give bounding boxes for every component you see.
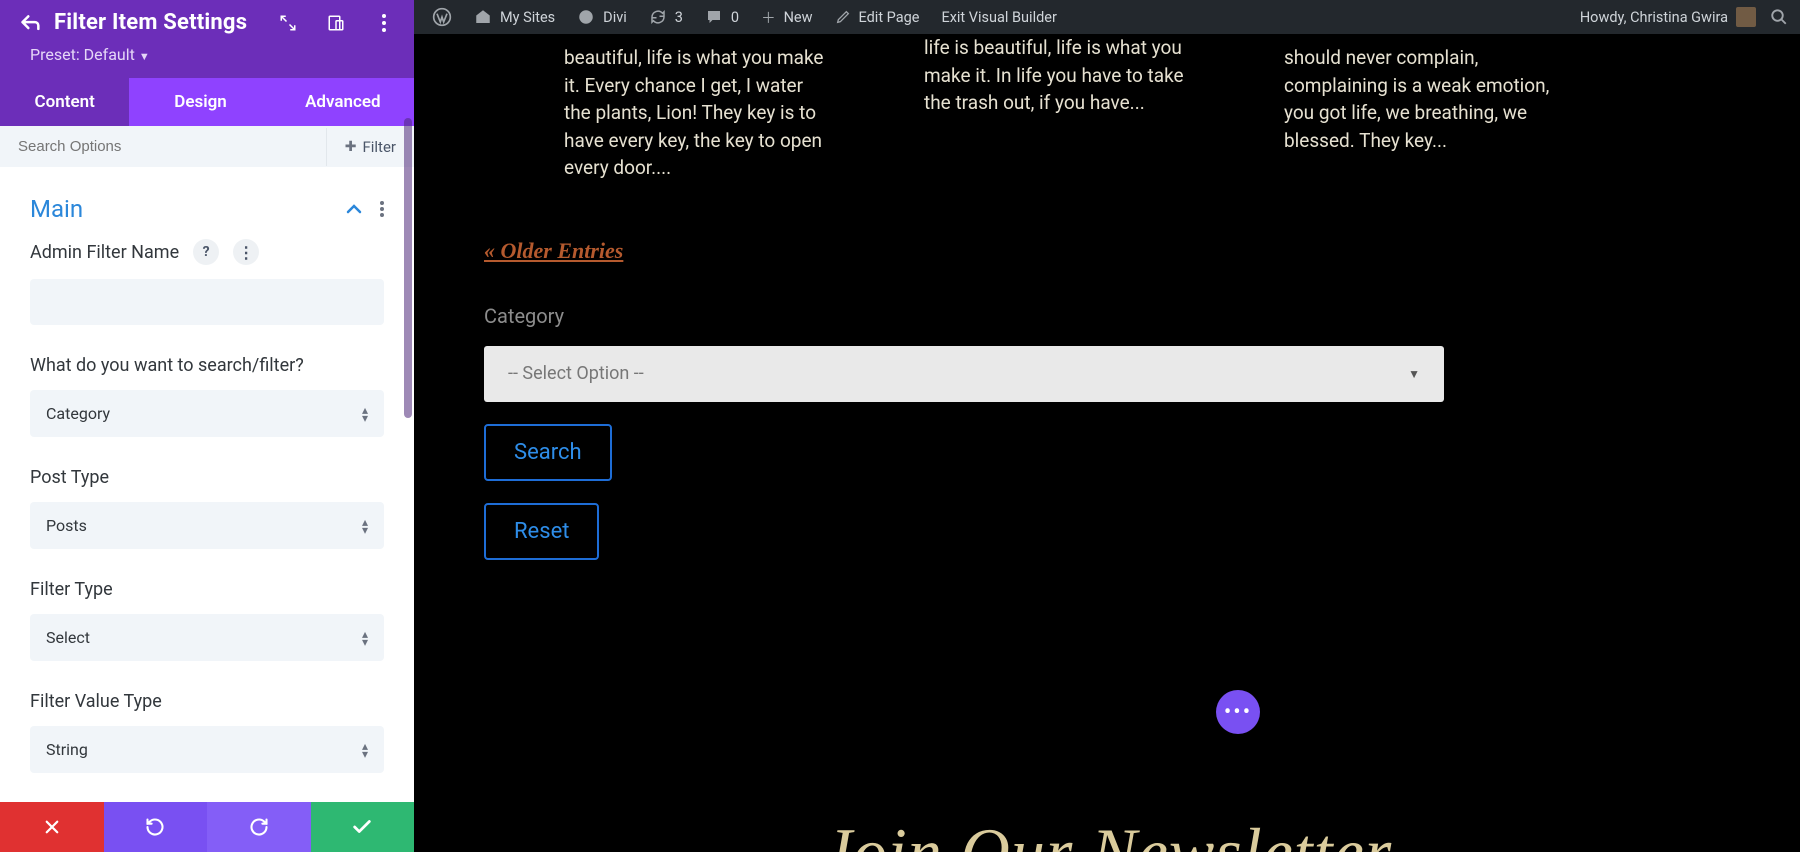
new-link[interactable]: ＋ New xyxy=(761,7,812,28)
options-search-row: ✚ Filter xyxy=(0,126,414,167)
chevron-sort-icon: ▴▾ xyxy=(362,742,368,758)
field-admin-filter-name: Admin Filter Name ? ⋮ xyxy=(30,239,384,325)
panel-scrollbar[interactable] xyxy=(404,118,412,800)
settings-panel: Filter Item Settings Preset: Default▼ Co… xyxy=(0,0,414,852)
help-icon[interactable]: ? xyxy=(193,239,219,265)
tab-content[interactable]: Content xyxy=(0,78,129,126)
redo-button[interactable] xyxy=(207,802,311,852)
search-target-select[interactable]: Category ▴▾ xyxy=(30,390,384,437)
admin-filter-name-label: Admin Filter Name xyxy=(30,242,179,263)
category-dropdown[interactable]: -- Select Option -- ▼ xyxy=(484,346,1444,402)
newsletter-heading: Join Our Newsletter xyxy=(414,813,1800,852)
site-link[interactable]: Divi xyxy=(577,8,627,26)
tabs: Content Design Advanced xyxy=(0,78,414,126)
comments-link[interactable]: 0 xyxy=(705,8,739,26)
section-header-main[interactable]: Main xyxy=(0,167,414,229)
posts-row: beautiful, life is what you make it. Eve… xyxy=(484,34,1730,182)
adminbar-search-icon[interactable] xyxy=(1770,8,1788,26)
post-type-select[interactable]: Posts ▴▾ xyxy=(30,502,384,549)
chevron-down-icon: ▼ xyxy=(1408,367,1420,381)
wp-logo-icon[interactable] xyxy=(432,7,452,27)
responsive-icon[interactable] xyxy=(326,13,346,33)
expand-icon[interactable] xyxy=(278,13,298,33)
field-menu-icon[interactable]: ⋮ xyxy=(233,239,259,265)
post-excerpt: should never complain, complaining is a … xyxy=(1284,44,1554,182)
chevron-sort-icon: ▴▾ xyxy=(362,406,368,422)
reset-button[interactable]: Reset xyxy=(484,503,599,560)
panel-title: Filter Item Settings xyxy=(54,10,264,35)
tab-advanced[interactable]: Advanced xyxy=(272,78,414,126)
post-excerpt: beautiful, life is what you make it. Eve… xyxy=(564,44,834,182)
panel-scroll-thumb[interactable] xyxy=(404,118,412,418)
back-icon[interactable] xyxy=(20,13,40,33)
collapse-icon[interactable] xyxy=(346,204,362,214)
discard-button[interactable] xyxy=(0,802,104,852)
edit-page-link[interactable]: Edit Page xyxy=(835,9,920,26)
undo-button[interactable] xyxy=(104,802,208,852)
save-button[interactable] xyxy=(311,802,415,852)
post-excerpt: life is beautiful, life is what you make… xyxy=(924,34,1194,182)
page-preview: My Sites Divi 3 0 ＋ New Edit Page xyxy=(414,0,1800,852)
admin-filter-name-input[interactable] xyxy=(30,279,384,325)
field-search-target: What do you want to search/filter? Categ… xyxy=(30,355,384,437)
plus-icon: ✚ xyxy=(345,139,357,155)
tab-design[interactable]: Design xyxy=(129,78,271,126)
options-search-input[interactable] xyxy=(0,126,326,167)
howdy-user[interactable]: Howdy, Christina Gwira xyxy=(1580,7,1756,27)
plus-icon: ＋ xyxy=(761,7,776,28)
category-filter-label: Category xyxy=(484,304,1730,328)
section-title: Main xyxy=(30,195,83,223)
older-entries-link[interactable]: « Older Entries xyxy=(484,238,623,264)
preset-selector[interactable]: Preset: Default▼ xyxy=(0,45,414,78)
post-type-label: Post Type xyxy=(30,467,109,488)
field-filter-type: Filter Type Select ▴▾ xyxy=(30,579,384,661)
form-body: Admin Filter Name ? ⋮ What do you want t… xyxy=(0,229,414,852)
panel-menu-icon[interactable] xyxy=(374,13,394,33)
preview-content: beautiful, life is what you make it. Eve… xyxy=(414,34,1800,852)
filter-type-select[interactable]: Select ▴▾ xyxy=(30,614,384,661)
chevron-sort-icon: ▴▾ xyxy=(362,518,368,534)
my-sites-link[interactable]: My Sites xyxy=(474,8,555,26)
panel-action-bar xyxy=(0,802,414,852)
updates-link[interactable]: 3 xyxy=(649,8,683,26)
panel-header: Filter Item Settings Preset: Default▼ xyxy=(0,0,414,78)
field-post-type: Post Type Posts ▴▾ xyxy=(30,467,384,549)
filter-type-label: Filter Type xyxy=(30,579,113,600)
filter-toggle-button[interactable]: ✚ Filter xyxy=(326,128,414,166)
divi-fab-button[interactable]: ••• xyxy=(1216,690,1260,734)
search-target-label: What do you want to search/filter? xyxy=(30,355,304,376)
exit-visual-builder-link[interactable]: Exit Visual Builder xyxy=(941,9,1056,26)
field-filter-value-type: Filter Value Type String ▴▾ xyxy=(30,691,384,773)
wp-admin-bar: My Sites Divi 3 0 ＋ New Edit Page xyxy=(414,0,1800,34)
filter-value-type-select[interactable]: String ▴▾ xyxy=(30,726,384,773)
filter-value-type-label: Filter Value Type xyxy=(30,691,162,712)
chevron-sort-icon: ▴▾ xyxy=(362,630,368,646)
avatar xyxy=(1736,7,1756,27)
search-button[interactable]: Search xyxy=(484,424,612,481)
section-menu-icon[interactable] xyxy=(380,201,384,217)
